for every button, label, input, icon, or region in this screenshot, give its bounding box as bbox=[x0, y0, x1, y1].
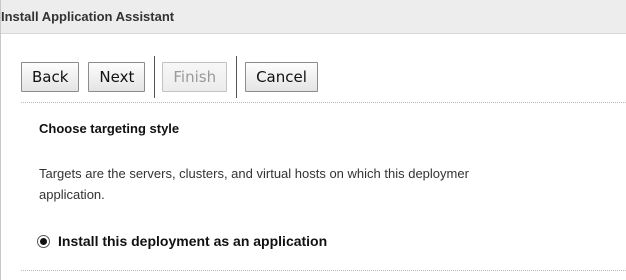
radio-selected-dot bbox=[40, 237, 47, 245]
wizard-toolbar: Back Next Finish Cancel bbox=[21, 56, 318, 98]
panel-header: Install Application Assistant bbox=[1, 0, 626, 34]
description-line: Targets are the servers, clusters, and v… bbox=[39, 166, 469, 181]
install-as-application-label[interactable]: Install this deployment as an applicatio… bbox=[58, 233, 327, 249]
section-title: Choose targeting style bbox=[39, 121, 180, 136]
panel-title: Install Application Assistant bbox=[1, 9, 175, 24]
install-as-application-radio[interactable] bbox=[37, 234, 50, 248]
back-button[interactable]: Back bbox=[21, 62, 80, 92]
description-line: application. bbox=[39, 187, 105, 202]
next-button[interactable]: Next bbox=[88, 62, 146, 92]
toolbar-separator bbox=[154, 56, 156, 98]
cancel-button[interactable]: Cancel bbox=[245, 62, 318, 92]
divider bbox=[21, 102, 626, 103]
finish-button[interactable]: Finish bbox=[162, 62, 228, 92]
divider bbox=[21, 270, 626, 271]
install-as-application-option[interactable]: Install this deployment as an applicatio… bbox=[37, 233, 327, 249]
install-assistant-panel: Install Application Assistant Back Next … bbox=[0, 0, 626, 280]
section-description: Targets are the servers, clusters, and v… bbox=[39, 163, 626, 205]
toolbar-separator bbox=[236, 56, 238, 98]
